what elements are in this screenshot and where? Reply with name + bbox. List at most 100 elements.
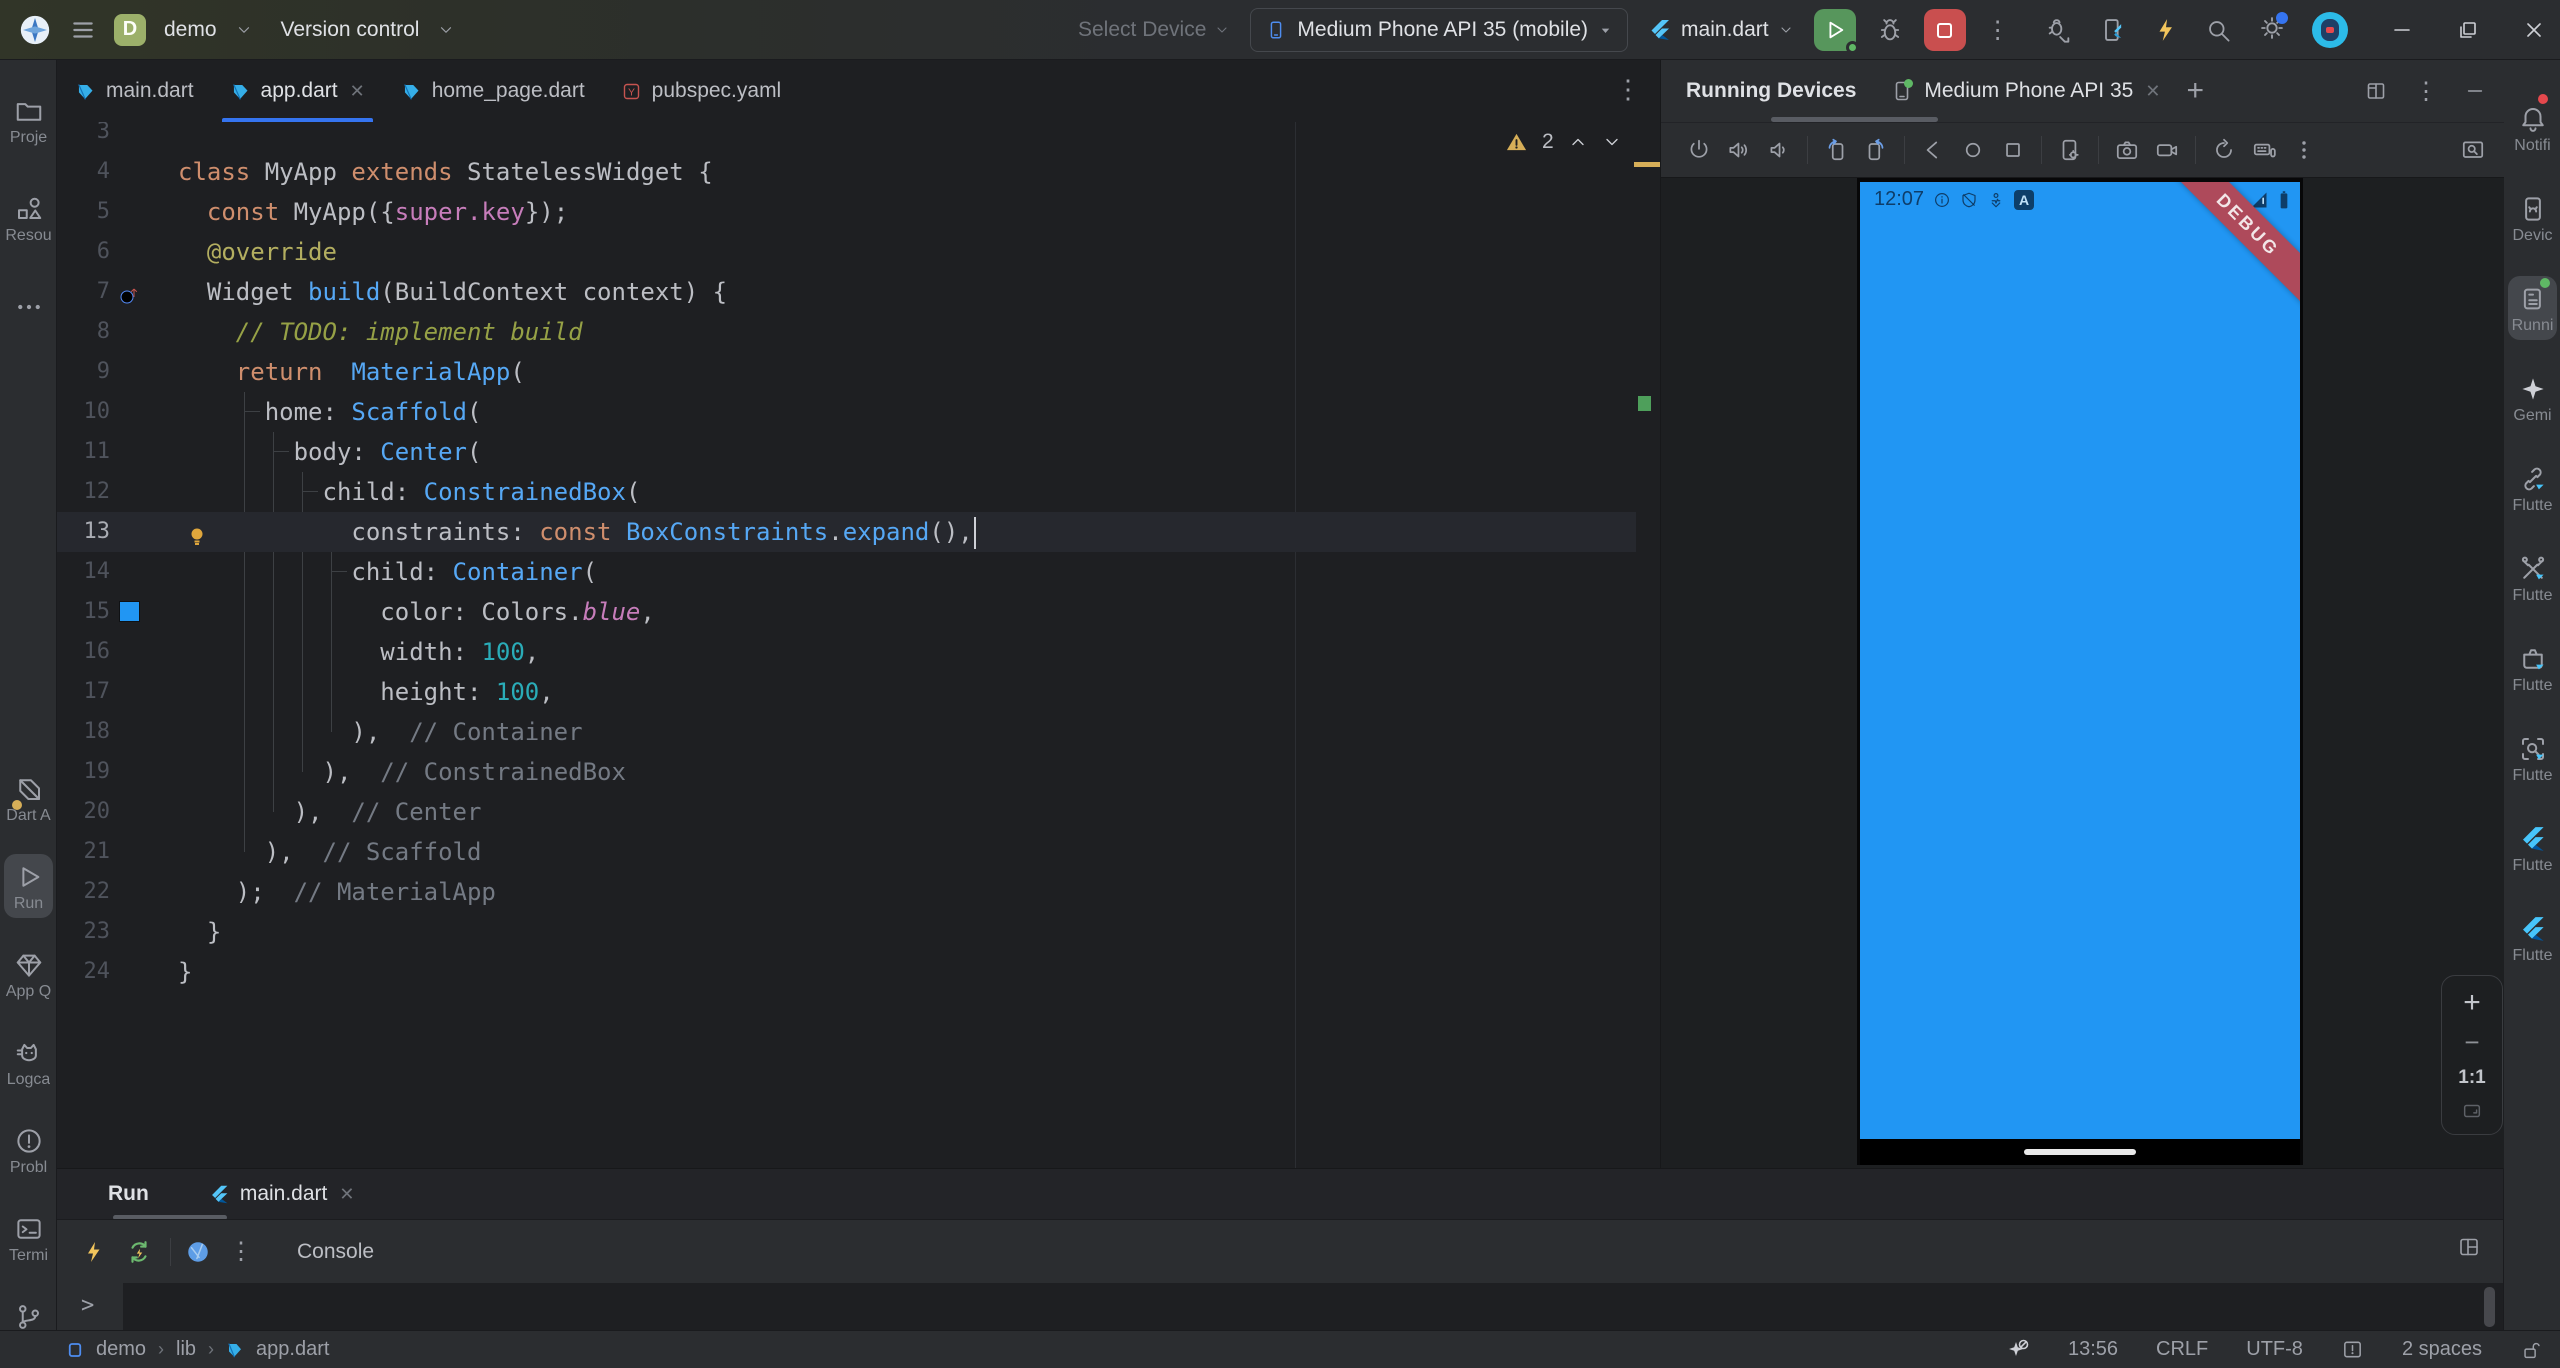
caret-position[interactable]: 13:56 bbox=[2068, 1338, 2118, 1361]
line-separator[interactable]: CRLF bbox=[2156, 1338, 2208, 1361]
tool-window-button-flutter-attach[interactable]: Flutte bbox=[2504, 456, 2560, 520]
console-label[interactable]: Console bbox=[297, 1240, 374, 1264]
code-line-23[interactable]: 23 } bbox=[57, 912, 1636, 952]
hot-restart-icon[interactable] bbox=[126, 1239, 152, 1265]
override-method-gutter-icon[interactable] bbox=[117, 280, 141, 304]
stop-button[interactable] bbox=[1924, 9, 1966, 51]
select-device-dropdown[interactable]: Select Device bbox=[1078, 18, 1230, 42]
attach-debugger-icon[interactable] bbox=[2045, 16, 2073, 44]
volume-down-icon[interactable] bbox=[1766, 137, 1792, 163]
volume-up-icon[interactable] bbox=[1726, 137, 1752, 163]
emulator-screen[interactable]: 12:07 A 3G bbox=[1857, 178, 2303, 1165]
debug-button[interactable] bbox=[1876, 16, 1904, 44]
tool-window-button-dart-analysis[interactable]: Dart A bbox=[0, 766, 57, 830]
tool-window-button-flutter-performance[interactable]: Flutte bbox=[2504, 906, 2560, 970]
tool-window-button-project[interactable]: Proje bbox=[0, 88, 57, 152]
file-encoding[interactable]: UTF-8 bbox=[2246, 1338, 2303, 1361]
device-settings-icon[interactable] bbox=[2057, 137, 2083, 163]
tool-window-button-logcat[interactable]: Logca bbox=[0, 1030, 57, 1094]
main-menu-hamburger-icon[interactable] bbox=[70, 17, 96, 43]
run-tab-main-dart[interactable]: main.dart ✕ bbox=[209, 1182, 355, 1206]
hot-reload-bolt-icon[interactable] bbox=[2153, 17, 2179, 43]
run-more-kebab-icon[interactable]: ⋮ bbox=[1986, 16, 2011, 45]
tool-window-button-gemini[interactable]: Gemi bbox=[2504, 366, 2560, 430]
code-line-4[interactable]: 4class MyApp extends StatelessWidget { bbox=[57, 152, 1636, 192]
hot-reload-bolt-icon[interactable] bbox=[82, 1240, 106, 1264]
avatar[interactable] bbox=[2312, 12, 2348, 48]
tool-window-button-terminal[interactable]: Termi bbox=[0, 1206, 57, 1270]
flutter-attach-device-icon[interactable] bbox=[2099, 16, 2127, 44]
add-device-tab-icon[interactable]: + bbox=[2186, 74, 2204, 108]
kebab-icon[interactable] bbox=[2291, 137, 2317, 163]
code-line-8[interactable]: 8 // TODO: implement build bbox=[57, 312, 1636, 352]
console-options-kebab-icon[interactable]: ⋮ bbox=[229, 1237, 253, 1266]
code-line-16[interactable]: 16 width: 100, bbox=[57, 632, 1636, 672]
device-tab[interactable]: Medium Phone API 35 ✕ bbox=[1890, 79, 2160, 103]
code-editor[interactable]: 34class MyApp extends StatelessWidget {5… bbox=[57, 122, 1660, 1168]
code-line-14[interactable]: 14 child: Container( bbox=[57, 552, 1636, 592]
zoom-in-button[interactable]: + bbox=[2463, 988, 2481, 1018]
code-line-3[interactable]: 3 bbox=[57, 122, 1636, 152]
code-line-10[interactable]: 10 home: Scaffold( bbox=[57, 392, 1636, 432]
screen-record-icon[interactable] bbox=[2154, 137, 2180, 163]
zoom-out-button[interactable]: − bbox=[2464, 1029, 2479, 1055]
rotate-right-icon[interactable] bbox=[1863, 137, 1889, 163]
editor-tabs-kebab-icon[interactable]: ⋮ bbox=[1615, 74, 1641, 105]
run-button[interactable] bbox=[1814, 9, 1856, 51]
code-line-21[interactable]: 21 ), // Scaffold bbox=[57, 832, 1636, 872]
window-minimize-icon[interactable] bbox=[2390, 18, 2414, 42]
previous-problem-chevron-icon[interactable] bbox=[1568, 132, 1588, 152]
input-keyboard-icon[interactable] bbox=[2251, 137, 2277, 163]
tool-window-button-flutter-tools[interactable]: Flutte bbox=[2504, 546, 2560, 610]
layout-settings-icon[interactable] bbox=[2457, 1235, 2481, 1259]
tool-window-button-resource-manager[interactable]: Resou bbox=[0, 186, 57, 250]
editor-tab-app.dart[interactable]: app.dart✕ bbox=[212, 60, 383, 122]
tool-window-button-flutter-inspector[interactable]: Flutte bbox=[2504, 726, 2560, 790]
code-line-19[interactable]: 19 ), // ConstrainedBox bbox=[57, 752, 1636, 792]
code-line-6[interactable]: 6 @override bbox=[57, 232, 1636, 272]
tool-window-button-notifications[interactable]: Notifi bbox=[2504, 96, 2560, 160]
dart-console-icon[interactable] bbox=[185, 1239, 211, 1265]
code-line-7[interactable]: 7 Widget build(BuildContext context) { bbox=[57, 272, 1636, 312]
device-selector-dropdown[interactable]: Medium Phone API 35 (mobile) bbox=[1250, 8, 1628, 52]
power-icon[interactable] bbox=[1686, 137, 1712, 163]
tool-window-button-problems[interactable]: Probl bbox=[0, 1118, 57, 1182]
code-line-24[interactable]: 24} bbox=[57, 952, 1636, 992]
tool-window-button-run[interactable]: Run bbox=[0, 854, 57, 918]
search-everywhere-icon[interactable] bbox=[2205, 17, 2232, 44]
screen-search-icon[interactable] bbox=[2460, 137, 2486, 163]
color-swatch-gutter-icon[interactable] bbox=[119, 601, 140, 622]
editor-tab-home_page.dart[interactable]: home_page.dart bbox=[383, 60, 603, 122]
breadcrumb-project[interactable]: demo bbox=[96, 1338, 146, 1361]
rotate-left-icon[interactable] bbox=[1823, 137, 1849, 163]
code-line-15[interactable]: 15 color: Colors.blue, bbox=[57, 592, 1636, 632]
editor-tab-pubspec.yaml[interactable]: Ypubspec.yaml bbox=[603, 60, 800, 122]
tool-window-button-flutter-settings[interactable]: Flutte bbox=[2504, 636, 2560, 700]
tool-window-button-more-tool-windows[interactable] bbox=[0, 284, 57, 327]
console-scrollbar-thumb[interactable] bbox=[2484, 1287, 2495, 1327]
vcs-menu[interactable]: Version control bbox=[281, 18, 420, 42]
code-line-13[interactable]: 13 constraints: const BoxConstraints.exp… bbox=[57, 512, 1636, 552]
code-line-9[interactable]: 9 return MaterialApp( bbox=[57, 352, 1636, 392]
inspections-widget[interactable]: 2 bbox=[1505, 130, 1622, 154]
tool-window-button-flutter-outline[interactable]: Flutte bbox=[2504, 816, 2560, 880]
indent-setting[interactable]: 2 spaces bbox=[2402, 1338, 2482, 1361]
code-line-18[interactable]: 18 ), // Container bbox=[57, 712, 1636, 752]
breadcrumb-file[interactable]: app.dart bbox=[256, 1338, 329, 1361]
nav-back-icon[interactable] bbox=[1920, 137, 1946, 163]
console-output[interactable]: > bbox=[57, 1283, 2503, 1331]
project-name-menu[interactable]: demo bbox=[164, 18, 217, 42]
run-configuration-dropdown[interactable]: main.dart bbox=[1648, 18, 1794, 42]
tool-window-button-device-manager[interactable]: Devic bbox=[2504, 186, 2560, 250]
next-problem-chevron-icon[interactable] bbox=[1602, 132, 1622, 152]
panel-options-kebab-icon[interactable]: ⋮ bbox=[2414, 77, 2438, 106]
window-maximize-icon[interactable] bbox=[2456, 18, 2480, 42]
tool-window-button-app-quality-insights[interactable]: App Q bbox=[0, 942, 57, 1006]
editor-tab-main.dart[interactable]: main.dart bbox=[57, 60, 212, 122]
fit-to-window-icon[interactable] bbox=[2461, 1100, 2483, 1122]
settings-button[interactable] bbox=[2258, 14, 2286, 47]
close-device-tab-icon[interactable]: ✕ bbox=[2145, 81, 2160, 102]
close-run-tab-icon[interactable]: ✕ bbox=[339, 1184, 354, 1205]
code-line-17[interactable]: 17 height: 100, bbox=[57, 672, 1636, 712]
code-line-11[interactable]: 11 body: Center( bbox=[57, 432, 1636, 472]
